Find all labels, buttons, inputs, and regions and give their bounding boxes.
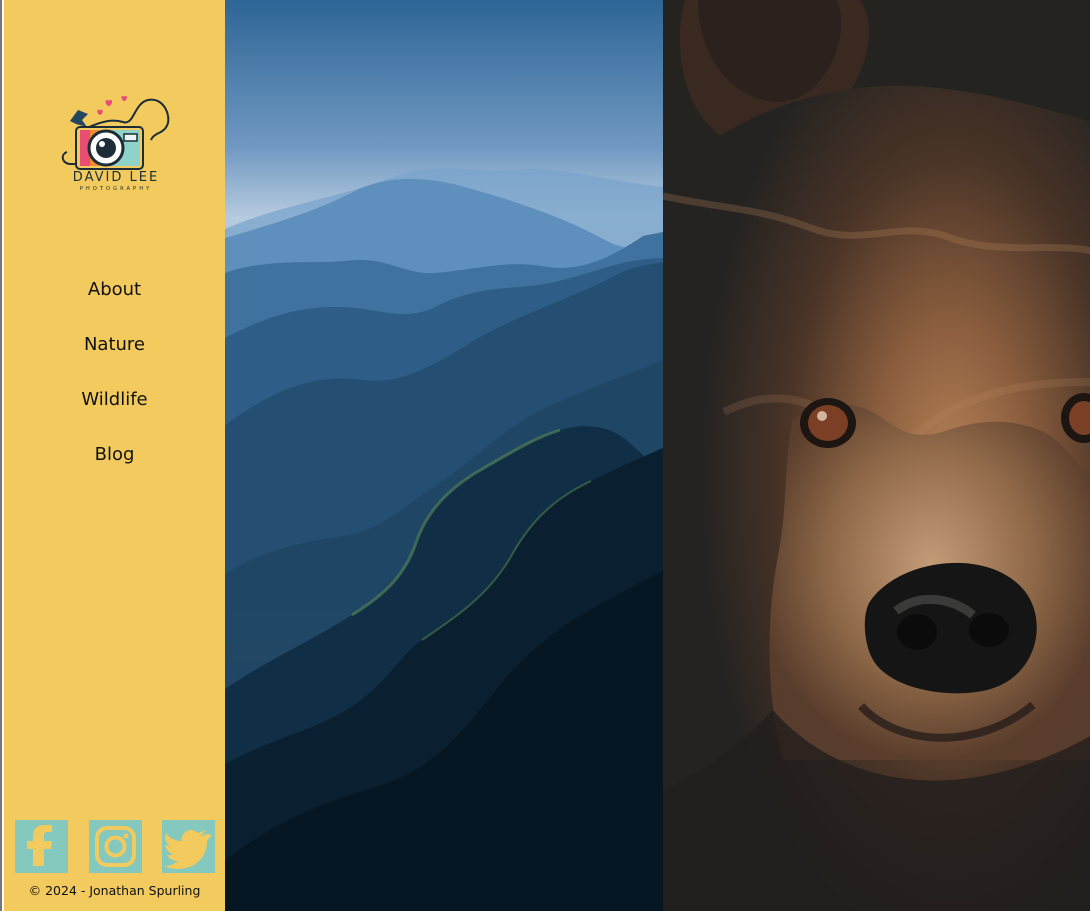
nature-panel[interactable] xyxy=(225,0,663,911)
instagram-link[interactable] xyxy=(89,820,142,873)
instagram-icon xyxy=(95,826,136,867)
brand-tagline: PHOTOGRAPHY xyxy=(80,186,153,192)
nav-item-wildlife[interactable]: Wildlife xyxy=(4,388,225,443)
copyright: © 2024 - Jonathan Spurling xyxy=(28,883,201,898)
logo-artwork xyxy=(61,95,170,170)
sidebar: DAVID LEE PHOTOGRAPHY About Nature Wildl… xyxy=(4,0,225,911)
page-frame: DAVID LEE PHOTOGRAPHY About Nature Wildl… xyxy=(0,0,1090,911)
twitter-link[interactable] xyxy=(162,820,215,873)
brand-logo[interactable]: DAVID LEE PHOTOGRAPHY xyxy=(56,92,176,194)
twitter-icon xyxy=(164,829,212,870)
mountain-landscape-image xyxy=(225,0,663,911)
facebook-link[interactable] xyxy=(15,820,68,873)
wildlife-panel[interactable] xyxy=(663,0,1090,911)
brown-bear-image xyxy=(663,0,1090,911)
brand-name: DAVID LEE xyxy=(73,170,159,185)
nav-item-about[interactable]: About xyxy=(4,278,225,333)
nav-item-blog[interactable]: Blog xyxy=(4,443,225,498)
facebook-icon xyxy=(27,825,52,866)
main-nav: About Nature Wildlife Blog xyxy=(4,278,225,498)
nav-item-nature[interactable]: Nature xyxy=(4,333,225,388)
